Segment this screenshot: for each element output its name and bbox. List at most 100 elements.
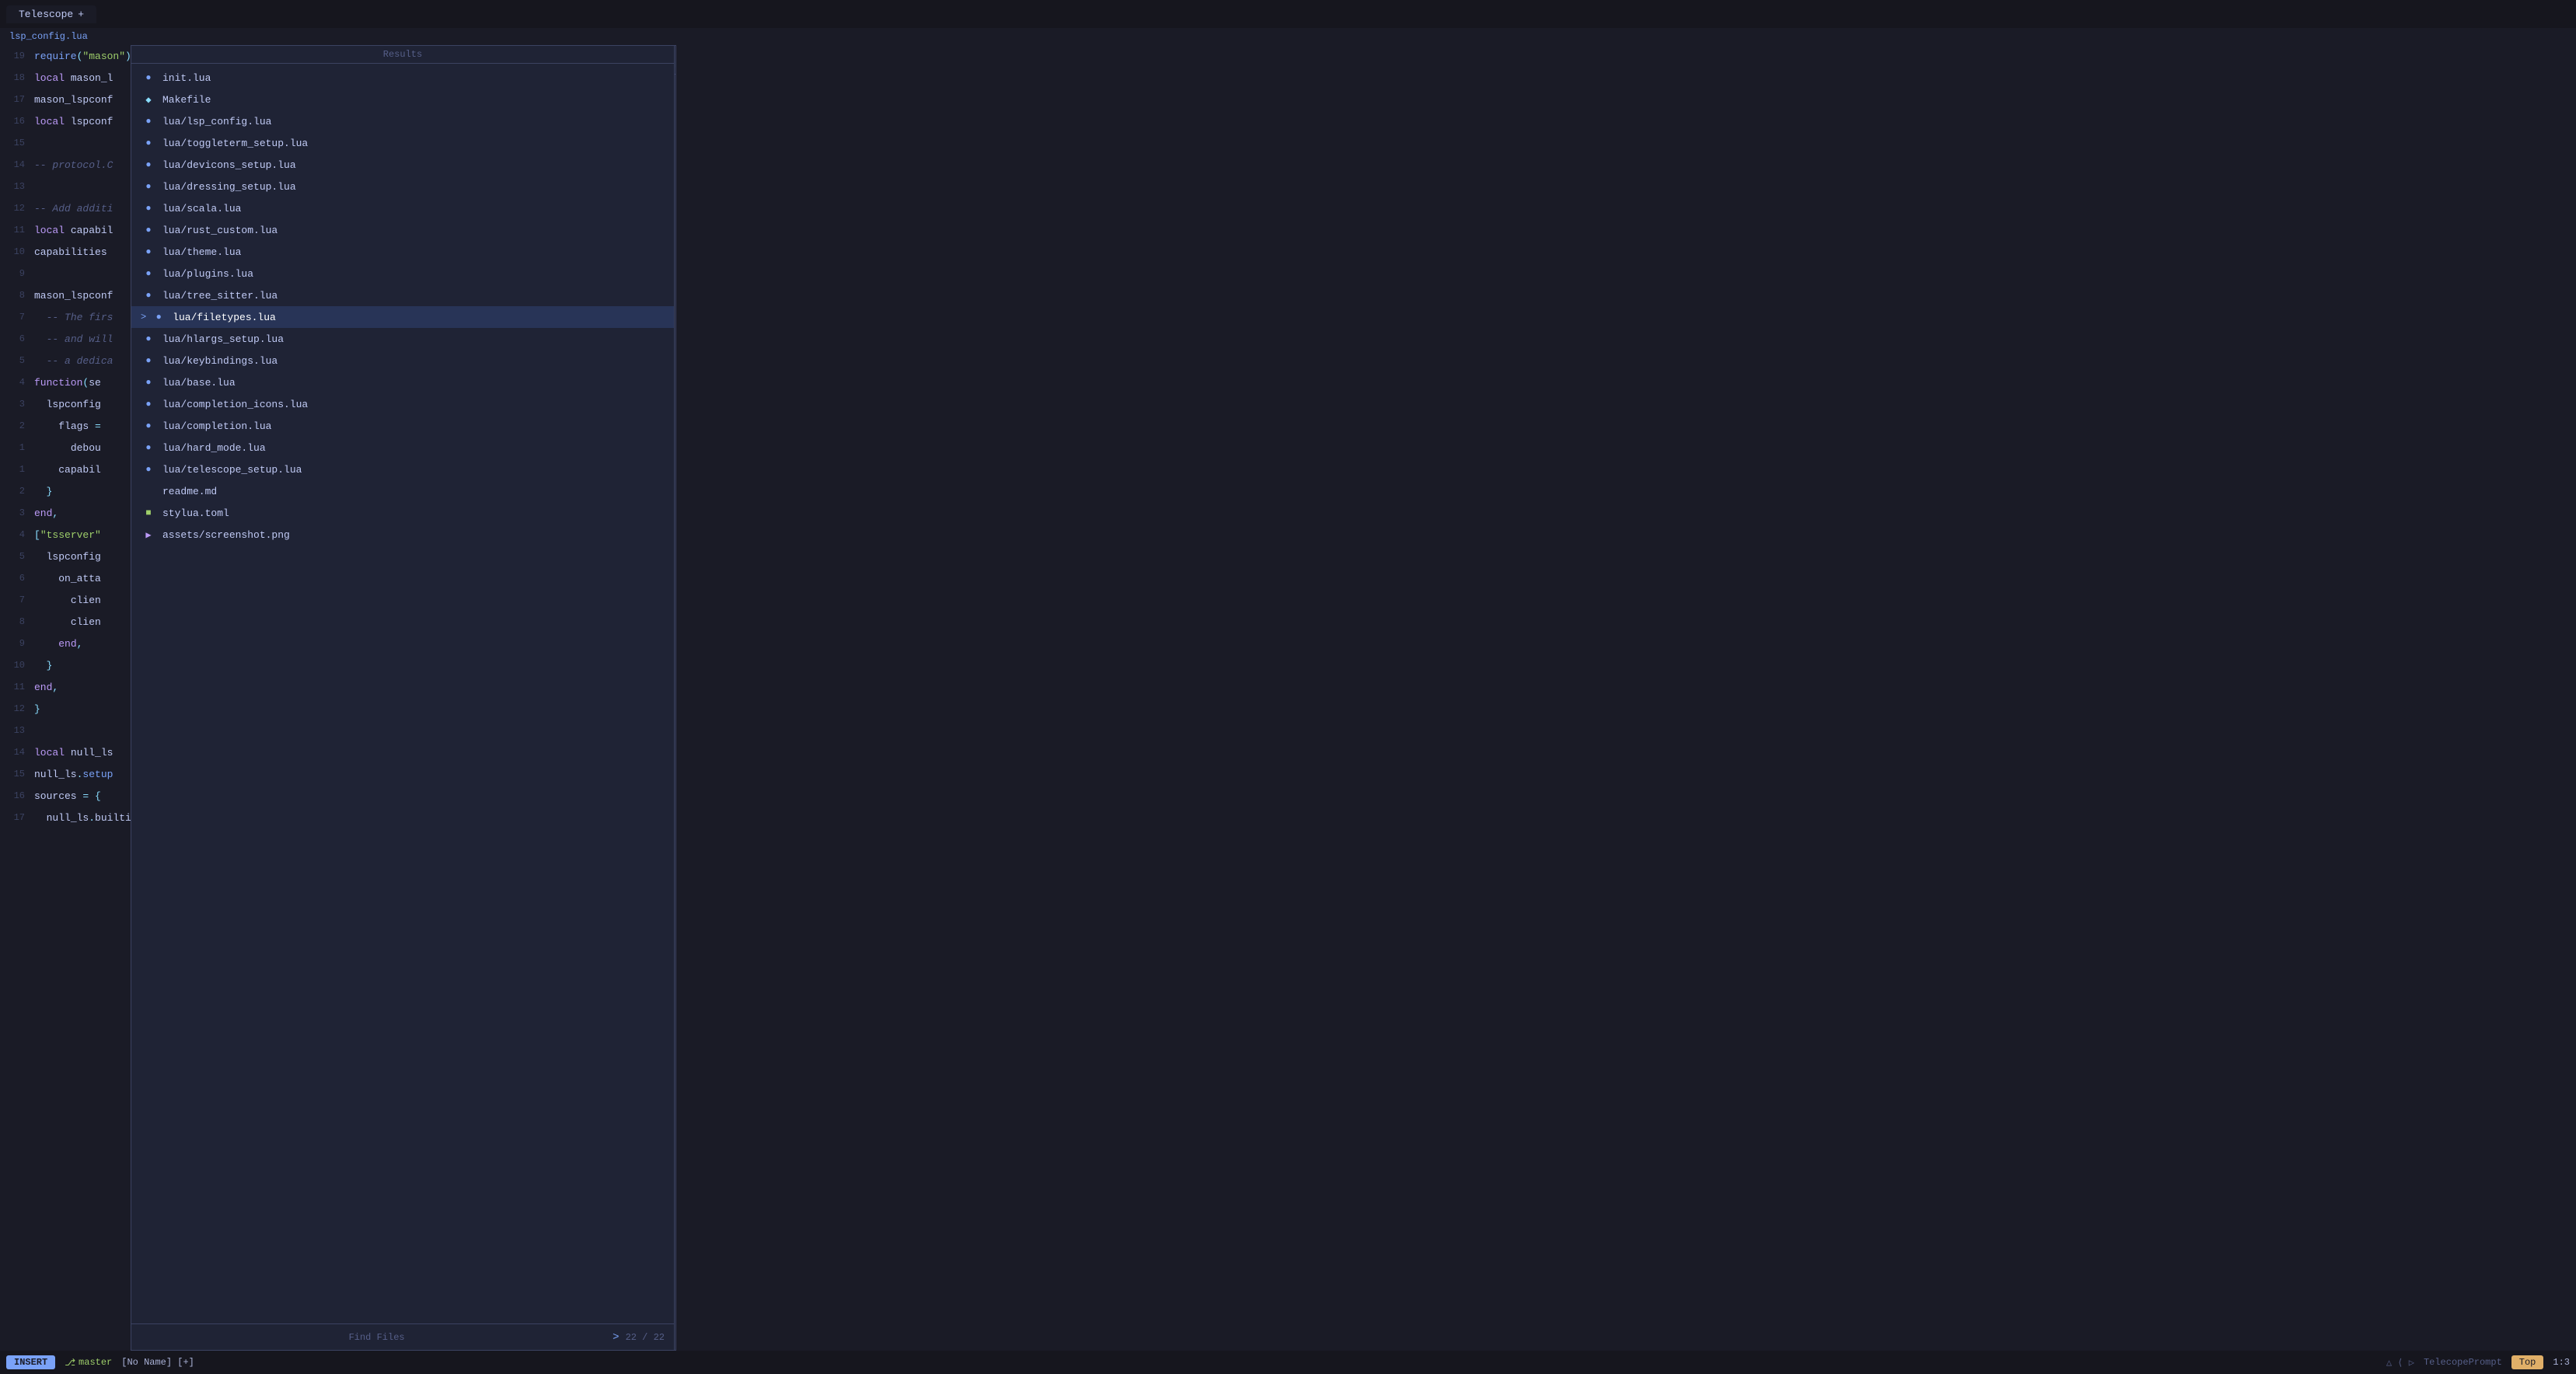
status-mode: INSERT	[6, 1355, 55, 1369]
result-item-stylua[interactable]: ■ stylua.toml	[131, 502, 674, 524]
code-line: 16 sources = {	[0, 785, 131, 807]
line-number: 2	[3, 486, 34, 497]
tab-telescope[interactable]: Telescope +	[6, 5, 96, 23]
lua-icon: ●	[141, 396, 156, 412]
line-number: 10	[3, 246, 34, 257]
result-item-hard-mode[interactable]: ● lua/hard_mode.lua	[131, 437, 674, 459]
result-item-screenshot[interactable]: ▶ assets/screenshot.png	[131, 524, 674, 546]
line-content: flags =	[34, 420, 101, 432]
line-number: 17	[3, 94, 34, 105]
result-name: lua/rust_custom.lua	[162, 225, 277, 236]
status-filename: [No Name] [+]	[121, 1357, 194, 1368]
result-item-lsp-config[interactable]: ● lua/lsp_config.lua	[131, 110, 674, 132]
result-item-telescope-setup[interactable]: ● lua/telescope_setup.lua	[131, 459, 674, 480]
editor-area: lsp_config.lua 19 require("mason").setup…	[0, 28, 2576, 1351]
line-number: 4	[3, 529, 34, 540]
result-item-tree-sitter[interactable]: ● lua/tree_sitter.lua	[131, 284, 674, 306]
line-content: local mason_l	[34, 72, 113, 84]
result-item-toggleterm[interactable]: ● lua/toggleterm_setup.lua	[131, 132, 674, 154]
lua-icon: ●	[141, 353, 156, 368]
line-content: }	[34, 660, 52, 671]
status-bar: INSERT ⎇ master [No Name] [+] △ ⟨ ▷ Tele…	[0, 1351, 2576, 1374]
lua-icon: ●	[141, 179, 156, 194]
line-content: null_ls.setup	[34, 769, 113, 780]
line-number: 5	[3, 551, 34, 562]
filename: lsp_config.lua	[9, 31, 88, 42]
line-content: -- protocol.C	[34, 159, 113, 171]
line-content: }	[34, 486, 52, 497]
code-line: 12 }	[0, 698, 131, 720]
lua-icon: ●	[141, 331, 156, 347]
line-content: debou	[34, 442, 101, 454]
line-content: end,	[34, 682, 58, 693]
result-item-filetypes[interactable]: > ● lua/filetypes.lua	[131, 306, 674, 328]
find-files-count: 22 / 22	[626, 1332, 665, 1343]
code-line: 7 clien	[0, 589, 131, 611]
result-name: lua/lsp_config.lua	[162, 116, 271, 127]
code-lines-below: 1 capabil 2 } 3 end, 4 ["tsserver" 5 lsp…	[0, 459, 131, 828]
lua-icon: ●	[151, 309, 166, 325]
result-name: lua/hlargs_setup.lua	[162, 333, 284, 345]
position-indicator: 1:3	[2553, 1357, 2570, 1368]
line-content: ["tsserver"	[34, 529, 101, 541]
tab-plus: +	[78, 9, 84, 20]
line-content: lspconfig	[34, 399, 101, 410]
lua-icon: ●	[141, 418, 156, 434]
result-item-plugins[interactable]: ● lua/plugins.lua	[131, 263, 674, 284]
result-item-scala[interactable]: ● lua/scala.lua	[131, 197, 674, 219]
result-item-completion[interactable]: ● lua/completion.lua	[131, 415, 674, 437]
tab-bar: Telescope +	[0, 0, 2576, 28]
make-icon: ◆	[141, 92, 156, 107]
code-line: 3 end,	[0, 502, 131, 524]
result-item-theme[interactable]: ● lua/theme.lua	[131, 241, 674, 263]
line-content: end,	[34, 507, 58, 519]
toml-icon: ■	[141, 505, 156, 521]
result-item-rust[interactable]: ● lua/rust_custom.lua	[131, 219, 674, 241]
lua-icon: ●	[141, 113, 156, 129]
line-number: 2	[3, 420, 34, 431]
result-item-keybindings[interactable]: ● lua/keybindings.lua	[131, 350, 674, 371]
code-line: 4 ["tsserver"	[0, 524, 131, 546]
find-files-bar: Find Files > 22 / 22	[131, 1323, 674, 1350]
branch-icon: ⎇	[65, 1357, 75, 1369]
lua-icon: ●	[141, 266, 156, 281]
result-item-init[interactable]: ● init.lua	[131, 67, 674, 89]
line-number: 8	[3, 616, 34, 627]
result-name: lua/completion.lua	[162, 420, 271, 432]
line-number: 6	[3, 333, 34, 344]
line-content: lspconfig	[34, 551, 101, 563]
result-item-base[interactable]: ● lua/base.lua	[131, 371, 674, 393]
line-number: 1	[3, 464, 34, 475]
line-number: 7	[3, 595, 34, 605]
result-item-hlargs[interactable]: ● lua/hlargs_setup.lua	[131, 328, 674, 350]
line-content: clien	[34, 616, 101, 628]
lua-icon: ●	[141, 288, 156, 303]
line-number: 1	[3, 442, 34, 453]
result-item-readme[interactable]: ​ readme.md	[131, 480, 674, 502]
result-item-devicons[interactable]: ● lua/devicons_setup.lua	[131, 154, 674, 176]
line-content: function(se	[34, 377, 101, 389]
result-item-makefile[interactable]: ◆ Makefile	[131, 89, 674, 110]
code-line: 13	[0, 720, 131, 741]
lua-icon: ●	[141, 462, 156, 477]
result-item-completion-icons[interactable]: ● lua/completion_icons.lua	[131, 393, 674, 415]
results-title: Results	[131, 46, 674, 64]
code-line: 14 local null_ls	[0, 741, 131, 763]
line-content: -- Add additi	[34, 203, 113, 214]
line-number: 18	[3, 72, 34, 83]
encoding-indicator: △ ⟨ ▷	[2386, 1357, 2414, 1369]
results-list: ● init.lua ◆ Makefile ● lua/lsp_config.l…	[131, 64, 674, 1323]
line-number: 10	[3, 660, 34, 671]
line-number: 16	[3, 790, 34, 801]
line-content: clien	[34, 595, 101, 606]
status-right: △ ⟨ ▷ TelecopePrompt Top 1:3	[2386, 1355, 2570, 1369]
result-name: lua/scala.lua	[162, 203, 241, 214]
line-number: 9	[3, 268, 34, 279]
code-line: 9 end,	[0, 633, 131, 654]
top-label: Top	[2511, 1355, 2544, 1369]
result-name: init.lua	[162, 72, 211, 84]
result-item-dressing[interactable]: ● lua/dressing_setup.lua	[131, 176, 674, 197]
find-files-prompt: >	[613, 1331, 619, 1344]
lua-icon: ●	[141, 157, 156, 173]
result-name: lua/base.lua	[162, 377, 236, 389]
